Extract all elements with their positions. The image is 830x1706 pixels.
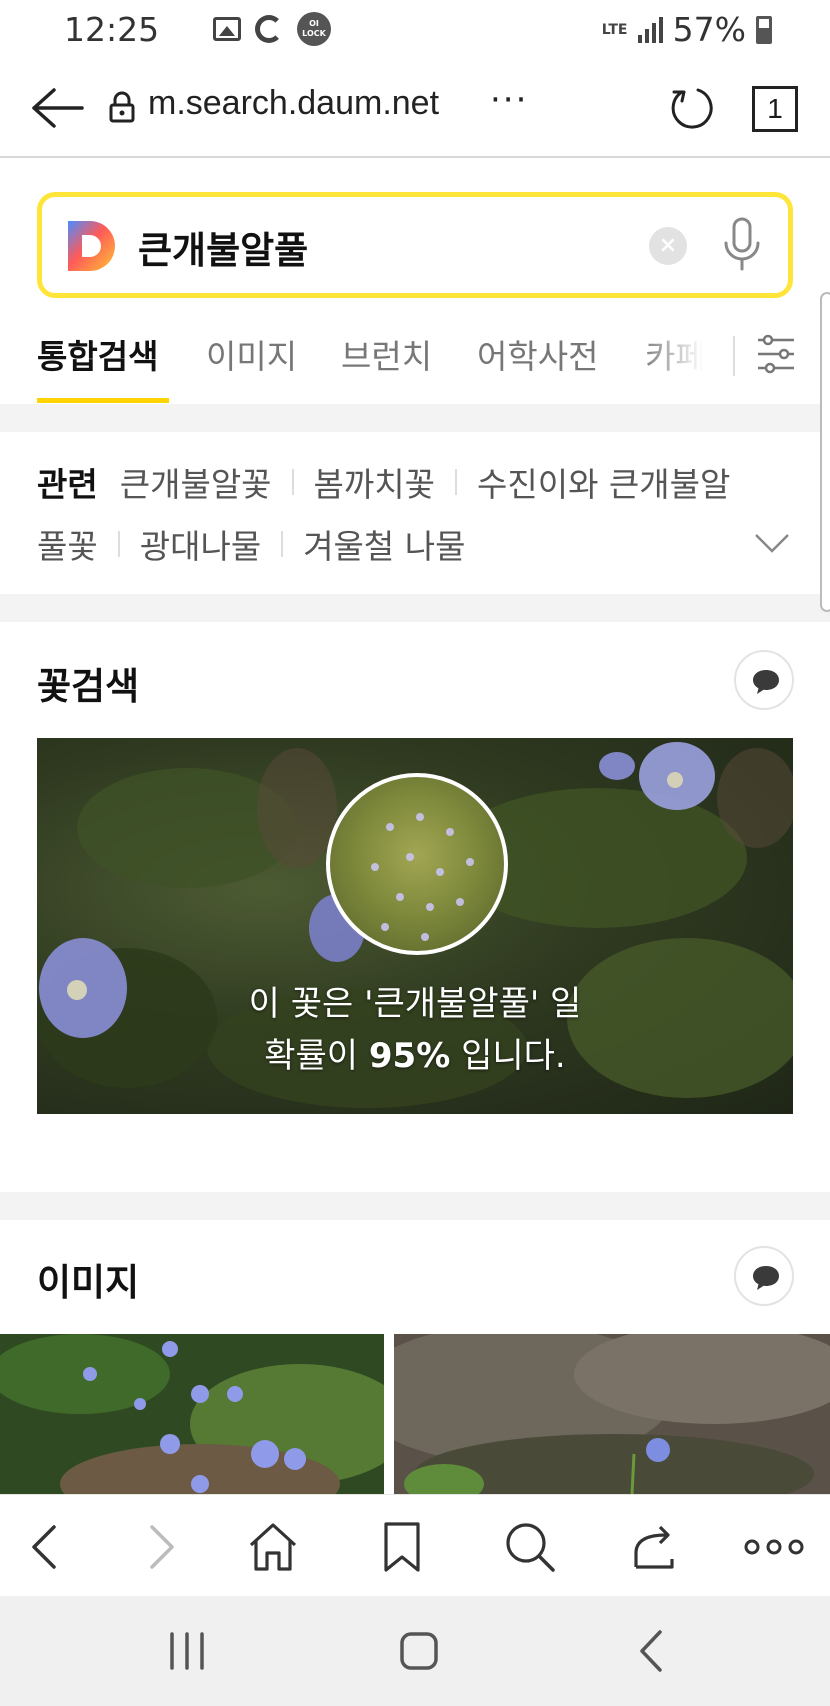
feedback-button[interactable] xyxy=(734,1246,794,1306)
browser-page: 12:25 OI LOCK LTE 57% m.search.daum.net … xyxy=(0,0,830,1706)
search-tabs: 통합검색 이미지 브런치 어학사전 카페 xyxy=(0,316,830,404)
image-thumbnail[interactable] xyxy=(394,1334,830,1494)
daum-logo xyxy=(68,221,115,271)
microphone-icon[interactable] xyxy=(722,217,762,273)
share-icon[interactable] xyxy=(626,1519,682,1575)
result-prefix: 확률이 xyxy=(264,1036,369,1076)
image-thumbnail[interactable] xyxy=(0,1334,384,1494)
tab-count-button[interactable]: 1 xyxy=(752,86,798,132)
flower-photo-thumbnail xyxy=(326,773,508,955)
filter-settings-icon[interactable] xyxy=(756,332,796,376)
flower-image-1 xyxy=(0,1334,384,1494)
section-gap xyxy=(0,404,830,432)
signal-icon xyxy=(637,16,663,43)
related-item[interactable]: 큰개불알꽃 xyxy=(120,458,272,506)
reload-icon[interactable] xyxy=(668,84,716,132)
clear-search-button[interactable]: × xyxy=(649,227,687,265)
recent-apps-icon[interactable] xyxy=(162,1626,212,1676)
flower-result-line1: 이 꽃은 '큰개불알풀' 일 xyxy=(248,984,582,1024)
images-section-title: 이미지 xyxy=(37,1261,140,1304)
speech-bubble-icon xyxy=(753,670,779,694)
search-box[interactable]: 큰개불알풀 × xyxy=(37,192,793,298)
browser-toolbar xyxy=(0,1494,830,1596)
related-line-1: 관련 큰개불알꽃 봄까치꽃 수진이와 큰개불알 xyxy=(37,458,730,506)
lock-app-icon: OI LOCK xyxy=(297,12,331,46)
more-options-icon[interactable] xyxy=(742,1519,806,1575)
related-item[interactable]: 봄까치꽃 xyxy=(314,458,435,506)
home-button-icon[interactable] xyxy=(394,1626,444,1676)
related-divider xyxy=(455,469,457,495)
network-type: LTE xyxy=(601,21,628,38)
forward-icon[interactable] xyxy=(132,1519,188,1575)
related-item[interactable]: 풀꽃 xyxy=(37,520,98,568)
flower-search-title: 꽃검색 xyxy=(37,665,140,708)
flower-recognition-card[interactable]: 이 꽃은 '큰개불알풀' 일 확률이 95% 입니다. xyxy=(37,738,793,1114)
probability-value: 95% xyxy=(368,1036,451,1076)
active-tab-indicator xyxy=(37,398,169,403)
related-heading: 관련 xyxy=(37,465,98,504)
tab-divider xyxy=(733,336,735,376)
search-icon[interactable] xyxy=(502,1519,558,1575)
system-back-icon[interactable] xyxy=(628,1626,678,1676)
related-item[interactable]: 광대나물 xyxy=(140,520,261,568)
bookmark-icon[interactable] xyxy=(374,1519,430,1575)
back-icon[interactable] xyxy=(18,1519,74,1575)
back-arrow-icon[interactable] xyxy=(30,86,84,130)
related-line-2: 풀꽃 광대나물 겨울철 나물 xyxy=(37,520,465,568)
section-gap xyxy=(0,594,830,622)
url-text[interactable]: m.search.daum.net xyxy=(148,84,439,123)
feedback-button[interactable] xyxy=(734,650,794,710)
result-suffix: 입니다. xyxy=(450,1036,566,1076)
status-right: LTE 57% xyxy=(602,10,772,49)
tab-all[interactable]: 통합검색 xyxy=(37,330,158,378)
section-gap xyxy=(0,1192,830,1220)
url-ellipsis[interactable]: ··· xyxy=(490,80,528,120)
battery-percent: 57% xyxy=(672,10,746,49)
tab-dictionary[interactable]: 어학사전 xyxy=(477,330,598,378)
search-input[interactable]: 큰개불알풀 xyxy=(138,220,308,274)
home-icon[interactable] xyxy=(245,1519,301,1575)
browser-url-bar: m.search.daum.net ··· 1 xyxy=(0,58,830,158)
system-nav-bar xyxy=(0,1596,830,1706)
tab-brunch[interactable]: 브런치 xyxy=(341,330,432,378)
status-bar: 12:25 OI LOCK LTE 57% xyxy=(0,0,830,58)
related-divider xyxy=(117,531,120,557)
scrollbar[interactable] xyxy=(820,292,830,612)
related-item[interactable]: 수진이와 큰개불알 xyxy=(477,458,730,506)
battery-icon xyxy=(756,15,772,44)
related-searches: 관련 큰개불알꽃 봄까치꽃 수진이와 큰개불알 풀꽃 광대나물 겨울철 나물 xyxy=(0,432,830,594)
lock-icon xyxy=(109,91,135,123)
related-divider xyxy=(281,531,284,557)
flower-thumbnail-image xyxy=(371,813,474,941)
notification-icons: OI LOCK xyxy=(213,12,331,46)
tab-fade xyxy=(640,316,730,396)
status-time: 12:25 xyxy=(64,10,160,49)
speech-bubble-icon xyxy=(753,1266,779,1290)
gallery-icon xyxy=(213,17,241,41)
flower-result-line2: 확률이 95% 입니다. xyxy=(37,1028,793,1077)
flower-image-2 xyxy=(394,1334,830,1494)
tab-images[interactable]: 이미지 xyxy=(206,330,297,378)
sync-icon xyxy=(255,15,283,43)
related-divider xyxy=(291,469,294,495)
related-item[interactable]: 겨울철 나물 xyxy=(303,520,465,568)
chevron-down-icon[interactable] xyxy=(754,532,790,554)
